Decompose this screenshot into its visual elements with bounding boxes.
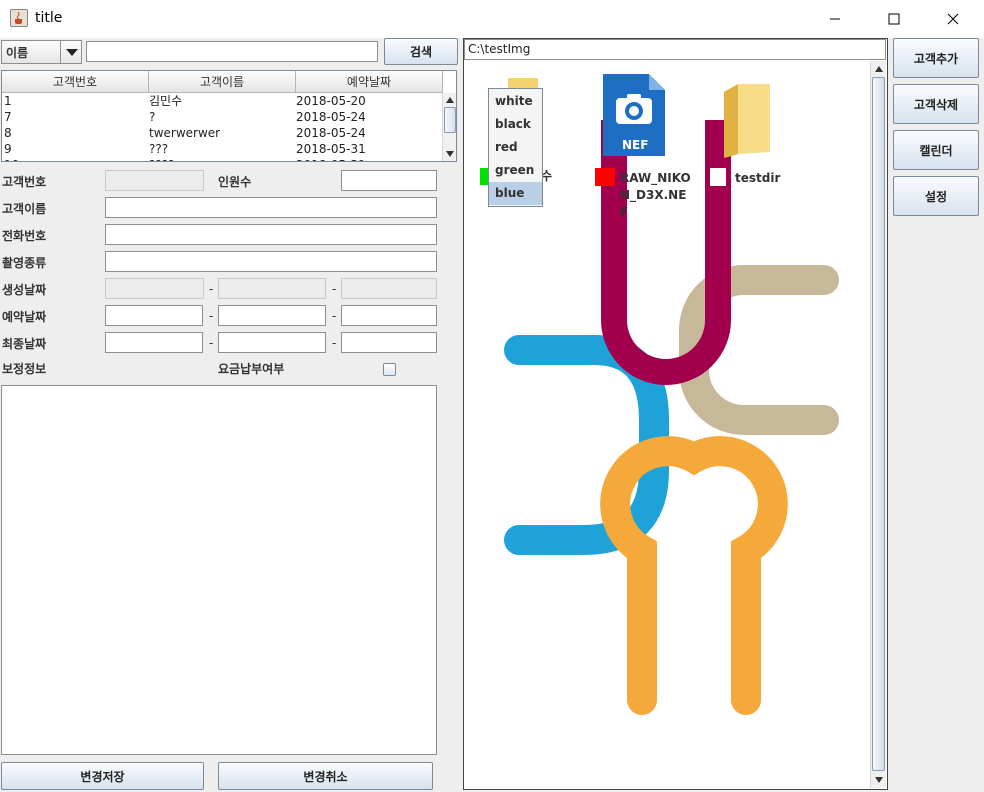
created-date-month-field (218, 278, 326, 299)
label-retouch-info: 보정정보 (2, 362, 47, 376)
file-name-line[interactable]: F (620, 204, 628, 221)
customer-name-field[interactable] (105, 197, 437, 218)
menu-item-red[interactable]: red (489, 136, 542, 159)
cell-reserve-date: 2018-05-31 (296, 142, 366, 156)
maximize-button[interactable] (871, 0, 917, 38)
created-date-year-field (105, 278, 204, 299)
table-row[interactable]: 10 ???? 2018-05-31 (2, 157, 442, 161)
label-customer-no: 고객번호 (2, 175, 47, 189)
date-separator: - (209, 336, 214, 350)
close-icon (947, 13, 959, 25)
window-title: title (35, 10, 63, 26)
menu-item-black[interactable]: black (489, 113, 542, 136)
headcount-field[interactable] (341, 170, 437, 191)
cell-customer-name: ??? (149, 142, 169, 156)
scroll-thumb[interactable] (444, 107, 456, 133)
cell-reserve-date: 2018-05-31 (296, 157, 366, 161)
cell-reserve-date: 2018-05-20 (296, 94, 366, 108)
label-created-date: 생성날짜 (2, 283, 47, 297)
cell-reserve-date: 2018-05-24 (296, 110, 366, 124)
label-phone: 전화번호 (2, 229, 47, 243)
cell-customer-name: ???? (149, 157, 174, 161)
cell-reserve-date: 2018-05-24 (296, 126, 366, 140)
cell-customer-name: 김민수 (149, 94, 183, 108)
date-separator: - (332, 309, 337, 323)
cell-customer-no: 8 (4, 126, 12, 140)
date-separator: - (209, 309, 214, 323)
reserve-date-month-field[interactable] (218, 305, 326, 326)
add-customer-button[interactable]: 고객추가 (893, 38, 979, 78)
search-button[interactable]: 검색 (384, 38, 458, 65)
menu-item-white[interactable]: white (489, 90, 542, 113)
maximize-icon (888, 13, 900, 25)
table-row[interactable]: 1 김민수 2018-05-20 (2, 93, 442, 109)
reserve-date-day-field[interactable] (341, 305, 437, 326)
shoot-type-field[interactable] (105, 251, 437, 272)
date-separator: - (332, 282, 337, 296)
final-date-day-field[interactable] (341, 332, 437, 353)
minimize-button[interactable] (812, 0, 858, 38)
file-marker-white (710, 168, 726, 186)
scroll-up-icon[interactable] (446, 97, 454, 103)
file-name-line[interactable]: RAW_NIKO (620, 170, 691, 187)
table-row[interactable]: 9 ??? 2018-05-31 (2, 141, 442, 157)
search-field-select[interactable]: 이름 (1, 40, 82, 64)
file-marker-red (595, 168, 615, 186)
paid-checkbox[interactable] (383, 363, 396, 376)
table-scrollbar[interactable] (442, 93, 456, 161)
label-customer-name: 고객이름 (2, 202, 47, 216)
column-header-customer-no[interactable]: 고객번호 (2, 71, 149, 93)
label-headcount: 인원수 (218, 175, 252, 189)
label-paid: 요금납부여부 (218, 362, 285, 376)
delete-customer-button[interactable]: 고객삭제 (893, 84, 979, 124)
scroll-up-icon[interactable] (875, 66, 883, 72)
viewer-scrollbar[interactable] (870, 61, 886, 788)
path-field[interactable]: C:\testImg (464, 39, 886, 60)
cell-customer-no: 10 (4, 157, 19, 161)
chevron-down-icon (60, 41, 82, 63)
save-changes-button[interactable]: 변경저장 (1, 762, 204, 790)
date-separator: - (209, 282, 214, 296)
cell-customer-no: 7 (4, 110, 12, 124)
final-date-month-field[interactable] (218, 332, 326, 353)
table-row[interactable]: 7 ? 2018-05-24 (2, 109, 442, 125)
file-name-line[interactable]: N_D3X.NE (620, 187, 686, 204)
cancel-changes-button[interactable]: 변경취소 (218, 762, 433, 790)
cell-customer-name: twerwerwer (149, 126, 221, 140)
final-date-year-field[interactable] (105, 332, 203, 353)
menu-item-blue[interactable]: blue (489, 182, 542, 205)
customer-table: 고객번호 고객이름 예약날짜 1 김민수 2018-05-20 7 ? 2018… (1, 70, 457, 162)
search-input[interactable] (86, 41, 378, 62)
reserve-date-year-field[interactable] (105, 305, 203, 326)
cell-customer-name: ? (149, 110, 156, 124)
label-reserve-date: 예약날짜 (2, 310, 47, 324)
scroll-down-icon[interactable] (446, 151, 454, 157)
search-field-select-value: 이름 (6, 46, 29, 60)
cell-customer-no: 1 (4, 94, 12, 108)
scroll-down-icon[interactable] (875, 777, 883, 783)
java-app-icon (10, 9, 28, 27)
folder-icon[interactable] (716, 80, 774, 160)
settings-button[interactable]: 설정 (893, 176, 979, 216)
menu-item-green[interactable]: green (489, 159, 542, 182)
scroll-thumb[interactable] (872, 77, 885, 771)
customer-no-field (105, 170, 204, 191)
minimize-icon (830, 18, 840, 20)
phone-field[interactable] (105, 224, 437, 245)
date-separator: - (332, 336, 337, 350)
column-header-reserve-date[interactable]: 예약날짜 (296, 71, 443, 93)
close-button[interactable] (930, 0, 976, 38)
table-row[interactable]: 8 twerwerwer 2018-05-24 (2, 125, 442, 141)
column-header-customer-name[interactable]: 고객이름 (149, 71, 296, 93)
label-shoot-type: 촬영종류 (2, 256, 47, 270)
created-date-day-field (341, 278, 437, 299)
file-name[interactable]: testdir (735, 170, 780, 187)
label-final-date: 최종날짜 (2, 337, 47, 351)
cell-customer-no: 9 (4, 142, 12, 156)
color-popup-menu: white black red green blue (488, 88, 543, 207)
nef-badge: NEF (622, 138, 649, 152)
calendar-button[interactable]: 캘린더 (893, 130, 979, 170)
retouch-info-textarea[interactable] (1, 385, 437, 755)
